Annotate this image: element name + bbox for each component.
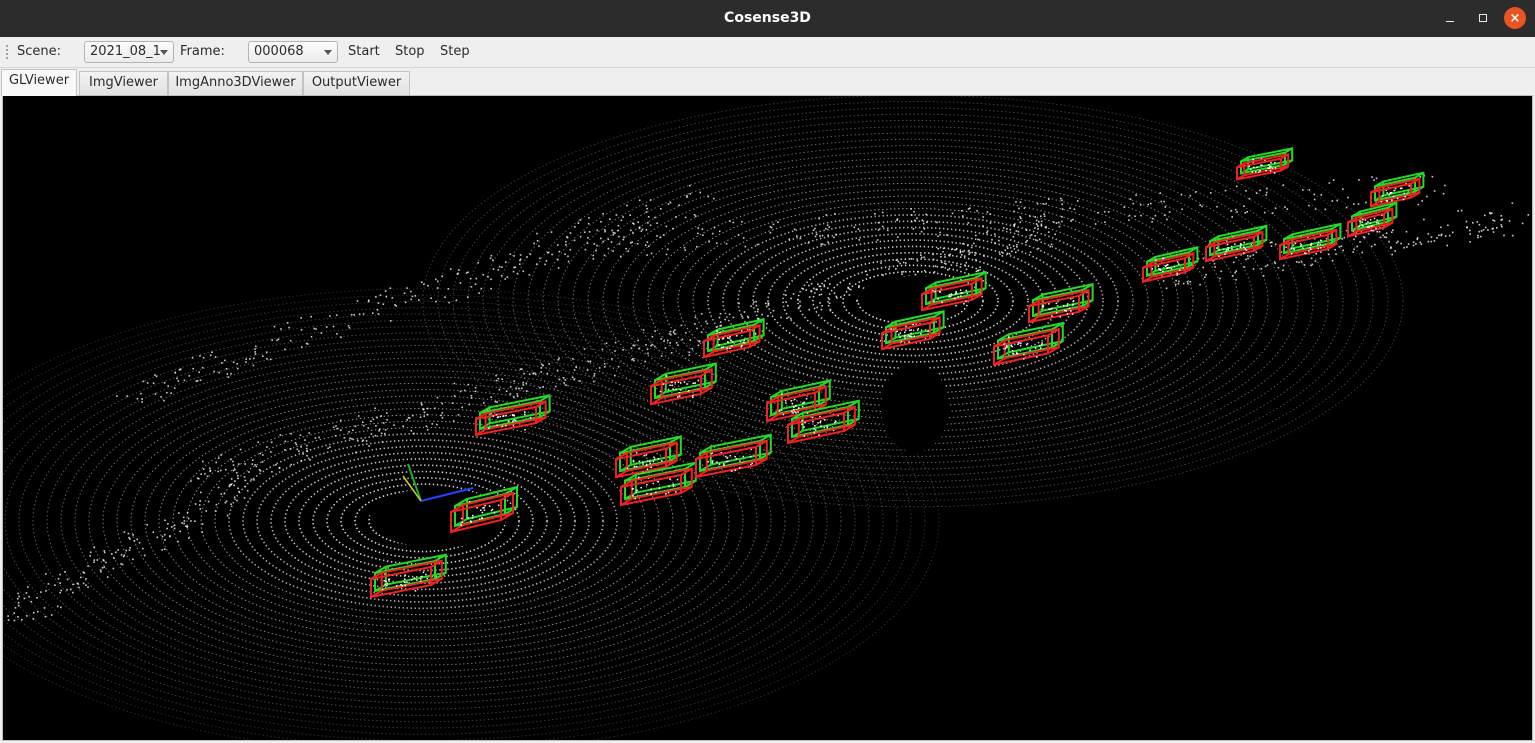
chevron-down-icon	[160, 50, 168, 55]
title-bar[interactable]: Cosense3D ×	[0, 0, 1535, 37]
app-window: Cosense3D × Scene: 2021_08_1 Frame: 0000…	[0, 0, 1535, 743]
viewer-tab-bar: GLViewer ImgViewer ImgAnno3DViewer Outpu…	[0, 68, 1535, 96]
frame-select-value: 000068	[254, 44, 304, 59]
point-cloud-view[interactable]	[3, 96, 1532, 740]
stop-button[interactable]: Stop	[393, 37, 427, 67]
close-icon: ×	[1509, 10, 1521, 26]
toolbar-grip-handle[interactable]	[5, 44, 9, 60]
minimize-icon	[1446, 20, 1454, 22]
start-button[interactable]: Start	[346, 37, 382, 67]
chevron-down-icon	[324, 50, 332, 55]
toolbar: Scene: 2021_08_1 Frame: 000068 Start Sto…	[0, 37, 1535, 68]
close-button[interactable]: ×	[1504, 7, 1526, 29]
step-button[interactable]: Step	[438, 37, 472, 67]
tab-imganno3dviewer[interactable]: ImgAnno3DViewer	[168, 71, 303, 95]
window-title: Cosense3D	[724, 10, 811, 26]
tab-glviewer[interactable]: GLViewer	[1, 69, 77, 96]
gl-viewer-canvas[interactable]	[2, 95, 1533, 741]
frame-label: Frame:	[180, 44, 225, 59]
scene-select-value: 2021_08_1	[90, 44, 161, 59]
frame-select[interactable]: 000068	[248, 41, 338, 63]
scene-label: Scene:	[17, 44, 62, 59]
scene-select[interactable]: 2021_08_1	[84, 41, 174, 63]
maximize-button[interactable]	[1471, 6, 1495, 30]
maximize-icon	[1479, 14, 1487, 22]
tab-outputviewer[interactable]: OutputViewer	[303, 71, 410, 95]
lidar-point-rings	[3, 96, 1404, 740]
minimize-button[interactable]	[1438, 6, 1462, 30]
tab-imgviewer[interactable]: ImgViewer	[79, 71, 168, 95]
